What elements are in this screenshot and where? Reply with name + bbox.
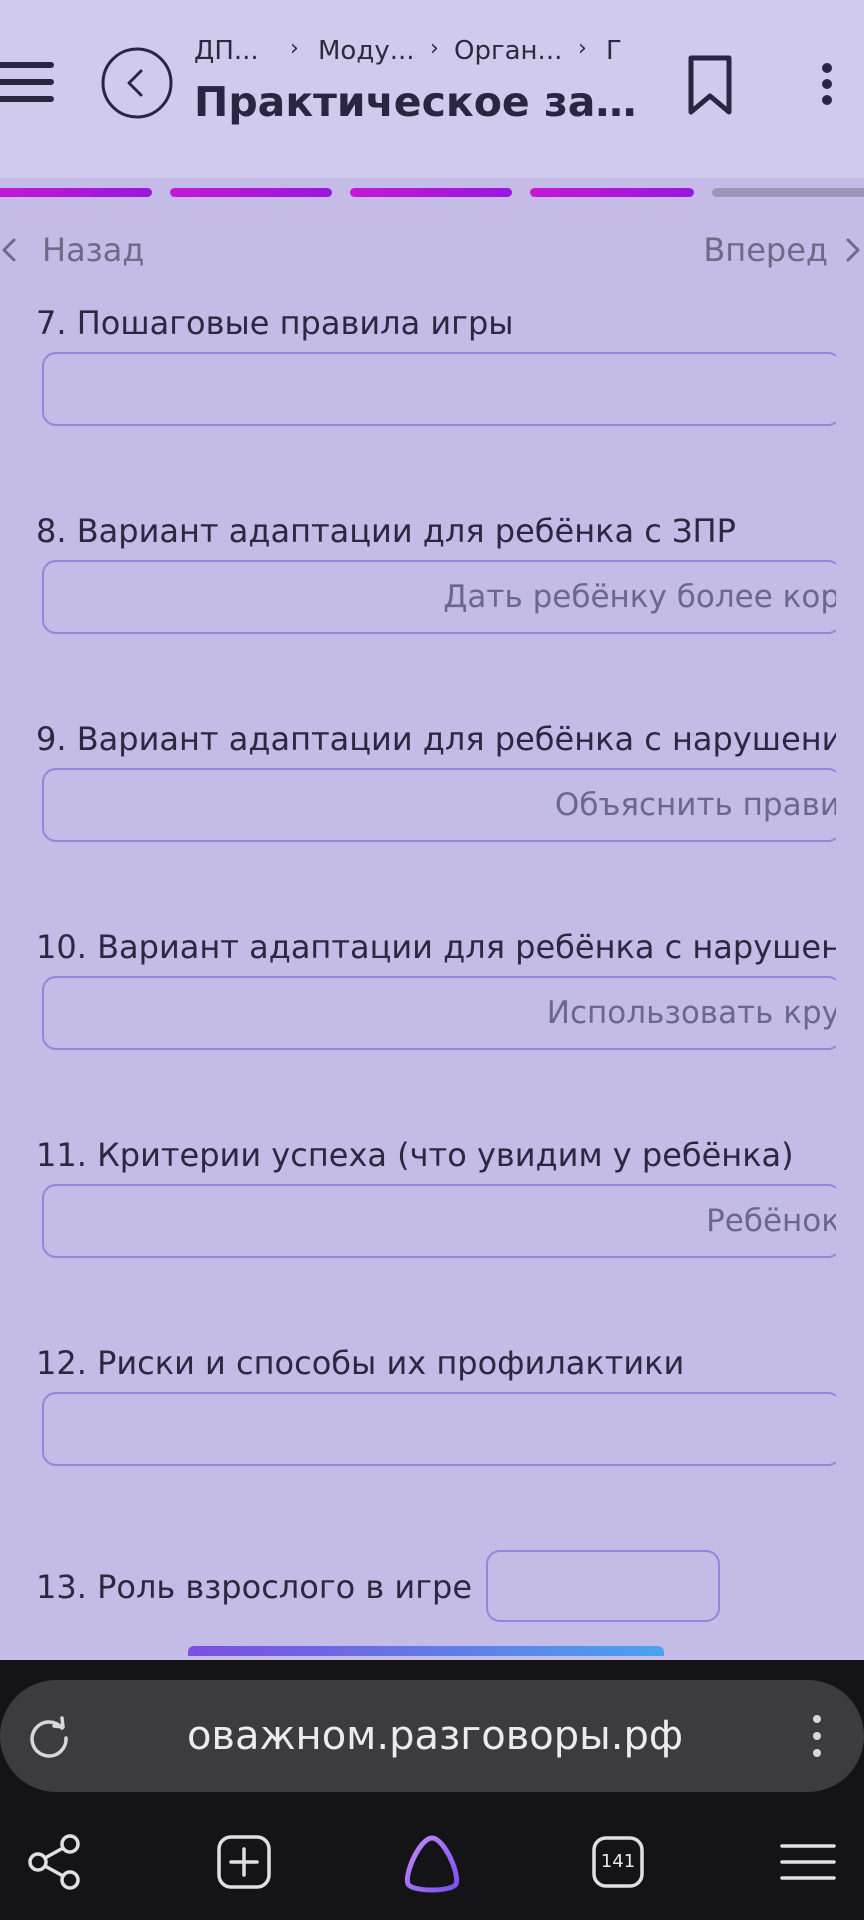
question-label: 9. Вариант адаптации для ребёнка с наруш… <box>36 720 836 758</box>
more-options-icon[interactable] <box>812 1714 822 1758</box>
new-tab-icon[interactable] <box>214 1832 274 1892</box>
url-text: оважном.разговоры.рф <box>186 1713 684 1759</box>
tabs-count: 141 <box>600 1851 636 1872</box>
share-icon[interactable] <box>26 1832 86 1892</box>
submit-button[interactable] <box>188 1646 664 1656</box>
answer-input[interactable]: Ребёнок <box>42 1184 836 1258</box>
answer-input[interactable]: Объяснить прави <box>42 768 836 842</box>
question-label: 7. Пошаговые правила игры <box>36 304 514 342</box>
browser-bottom-bar: оважном.разговоры.рф 141 <box>0 1660 864 1920</box>
question-label: 13. Роль взрослого в игре <box>36 1568 473 1606</box>
address-bar[interactable]: оважном.разговоры.рф <box>0 1680 864 1792</box>
answer-input[interactable] <box>42 1392 836 1466</box>
question-label: 12. Риски и способы их профилактики <box>36 1344 685 1382</box>
question-label: 10. Вариант адаптации для ребёнка с нару… <box>36 928 836 966</box>
adult-role-input[interactable] <box>486 1550 720 1622</box>
question-label: 8. Вариант адаптации для ребёнка с ЗПР <box>36 512 736 550</box>
browser-toolbar: 141 <box>0 1820 864 1920</box>
alice-assistant-icon[interactable] <box>400 1832 464 1896</box>
chevron-right-icon <box>846 238 860 262</box>
answer-input[interactable]: Дать ребёнку более кор <box>42 560 836 634</box>
question-label: 11. Критерии успеха (что увидим у ребёнк… <box>36 1136 794 1174</box>
tabs-button[interactable]: 141 <box>592 1836 644 1888</box>
answer-input[interactable] <box>42 352 836 426</box>
menu-icon[interactable] <box>778 1832 838 1892</box>
form-area: 7. Пошаговые правила игры 8. Вариант ада… <box>0 0 836 1660</box>
answer-input[interactable]: Использовать кру <box>42 976 836 1050</box>
reload-icon[interactable] <box>26 1714 72 1760</box>
